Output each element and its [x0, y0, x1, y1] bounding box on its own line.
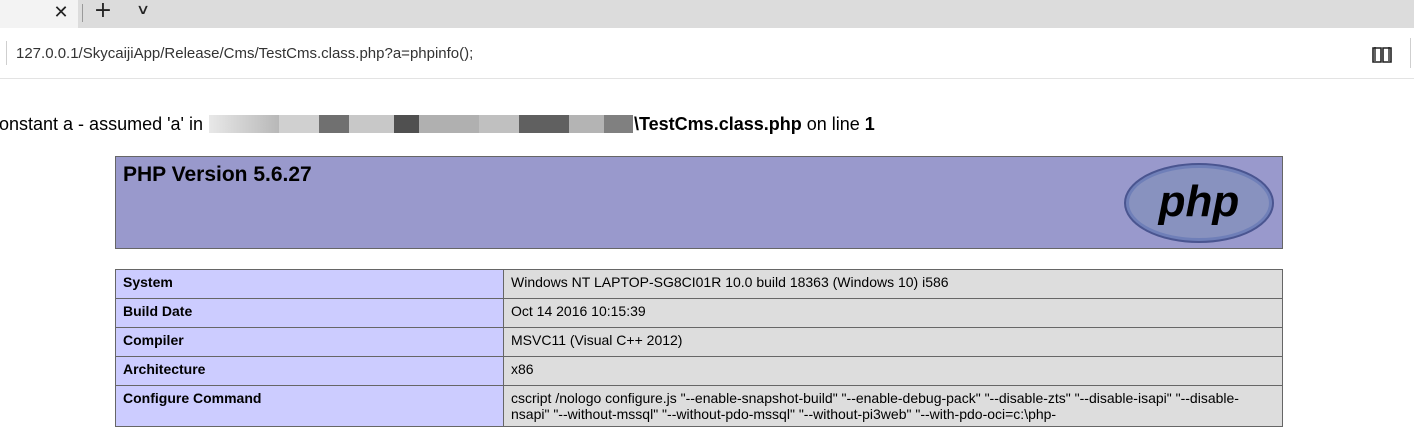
- phpinfo-table: System Windows NT LAPTOP-SG8CI01R 10.0 b…: [115, 269, 1283, 427]
- table-row: Compiler MSVC11 (Visual C++ 2012): [115, 327, 1283, 357]
- row-value: Windows NT LAPTOP-SG8CI01R 10.0 build 18…: [503, 269, 1283, 299]
- tab-strip: ✕ + ∨: [0, 0, 1414, 28]
- address-bar-edge-right: [1410, 38, 1411, 68]
- row-key: System: [115, 269, 504, 299]
- plus-icon[interactable]: +: [91, 0, 115, 24]
- row-key: Compiler: [115, 327, 504, 357]
- row-value: cscript /nologo configure.js "--enable-s…: [503, 385, 1283, 427]
- page-title: PHP Version 5.6.27: [123, 163, 312, 186]
- close-icon[interactable]: ✕: [50, 2, 72, 24]
- tab-divider: [82, 4, 83, 22]
- table-row: System Windows NT LAPTOP-SG8CI01R 10.0 b…: [115, 269, 1283, 299]
- url-input[interactable]: [16, 43, 1336, 63]
- row-value: Oct 14 2016 10:15:39: [503, 298, 1283, 328]
- table-row: Architecture x86: [115, 356, 1283, 386]
- phpinfo-header: PHP Version 5.6.27 php: [115, 156, 1283, 249]
- address-bar-edge: [6, 41, 7, 65]
- table-row: Build Date Oct 14 2016 10:15:39: [115, 298, 1283, 328]
- php-logo-text: php: [1158, 177, 1240, 226]
- row-key: Configure Command: [115, 385, 504, 427]
- table-row: Configure Command cscript /nologo config…: [115, 385, 1283, 427]
- book-icon[interactable]: [1370, 44, 1394, 66]
- warning-file: \TestCms.class.php: [634, 114, 802, 134]
- redacted-path: [209, 115, 633, 133]
- warning-line-number: 1: [864, 114, 875, 134]
- row-value: MSVC11 (Visual C++ 2012): [503, 327, 1283, 357]
- active-tab[interactable]: ✕: [0, 0, 78, 28]
- row-key: Build Date: [115, 298, 504, 328]
- warning-text: onstant a - assumed 'a' in: [0, 114, 208, 134]
- row-key: Architecture: [115, 356, 504, 386]
- php-warning-message: onstant a - assumed 'a' in \TestCms.clas…: [0, 114, 875, 136]
- php-logo: php: [1124, 163, 1274, 243]
- warning-mid: on line: [801, 114, 865, 134]
- row-value: x86: [503, 356, 1283, 386]
- chevron-down-icon[interactable]: ∨: [126, 0, 160, 24]
